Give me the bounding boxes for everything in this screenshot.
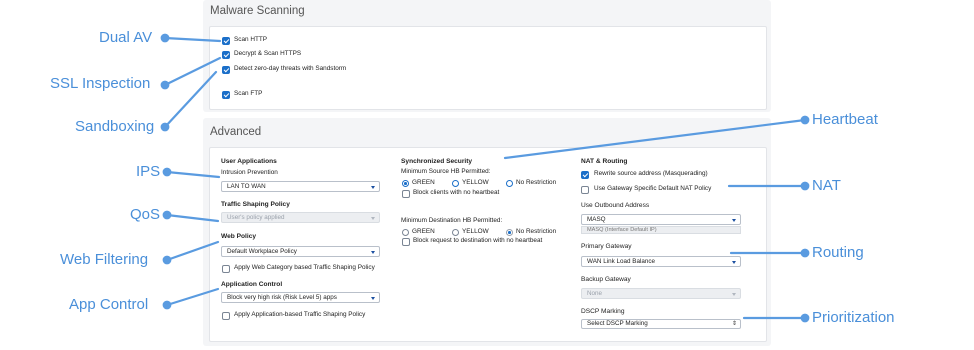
app-control-annotation: App Control (69, 296, 149, 313)
ssl-inspection-annotation: SSL Inspection (50, 75, 151, 92)
dual-av-line (163, 36, 222, 43)
ips-line (165, 170, 221, 179)
ssl-line (163, 56, 222, 87)
web-filtering-line (165, 240, 220, 262)
qos-line (165, 213, 220, 223)
heartbeat-annotation: Heartbeat (812, 111, 878, 128)
nat-annotation: NAT (812, 177, 841, 194)
dual-av-annotation: Dual AV (99, 29, 153, 46)
prioritization-annotation: Prioritization (812, 309, 895, 326)
heartbeat-line (503, 118, 807, 160)
ips-annotation: IPS (136, 163, 161, 180)
app-control-line (165, 287, 220, 307)
web-filtering-annotation: Web Filtering (60, 251, 149, 268)
sandboxing-annotation: Sandboxing (75, 118, 155, 135)
routing-annotation: Routing (812, 244, 864, 261)
qos-annotation: QoS (130, 206, 161, 223)
